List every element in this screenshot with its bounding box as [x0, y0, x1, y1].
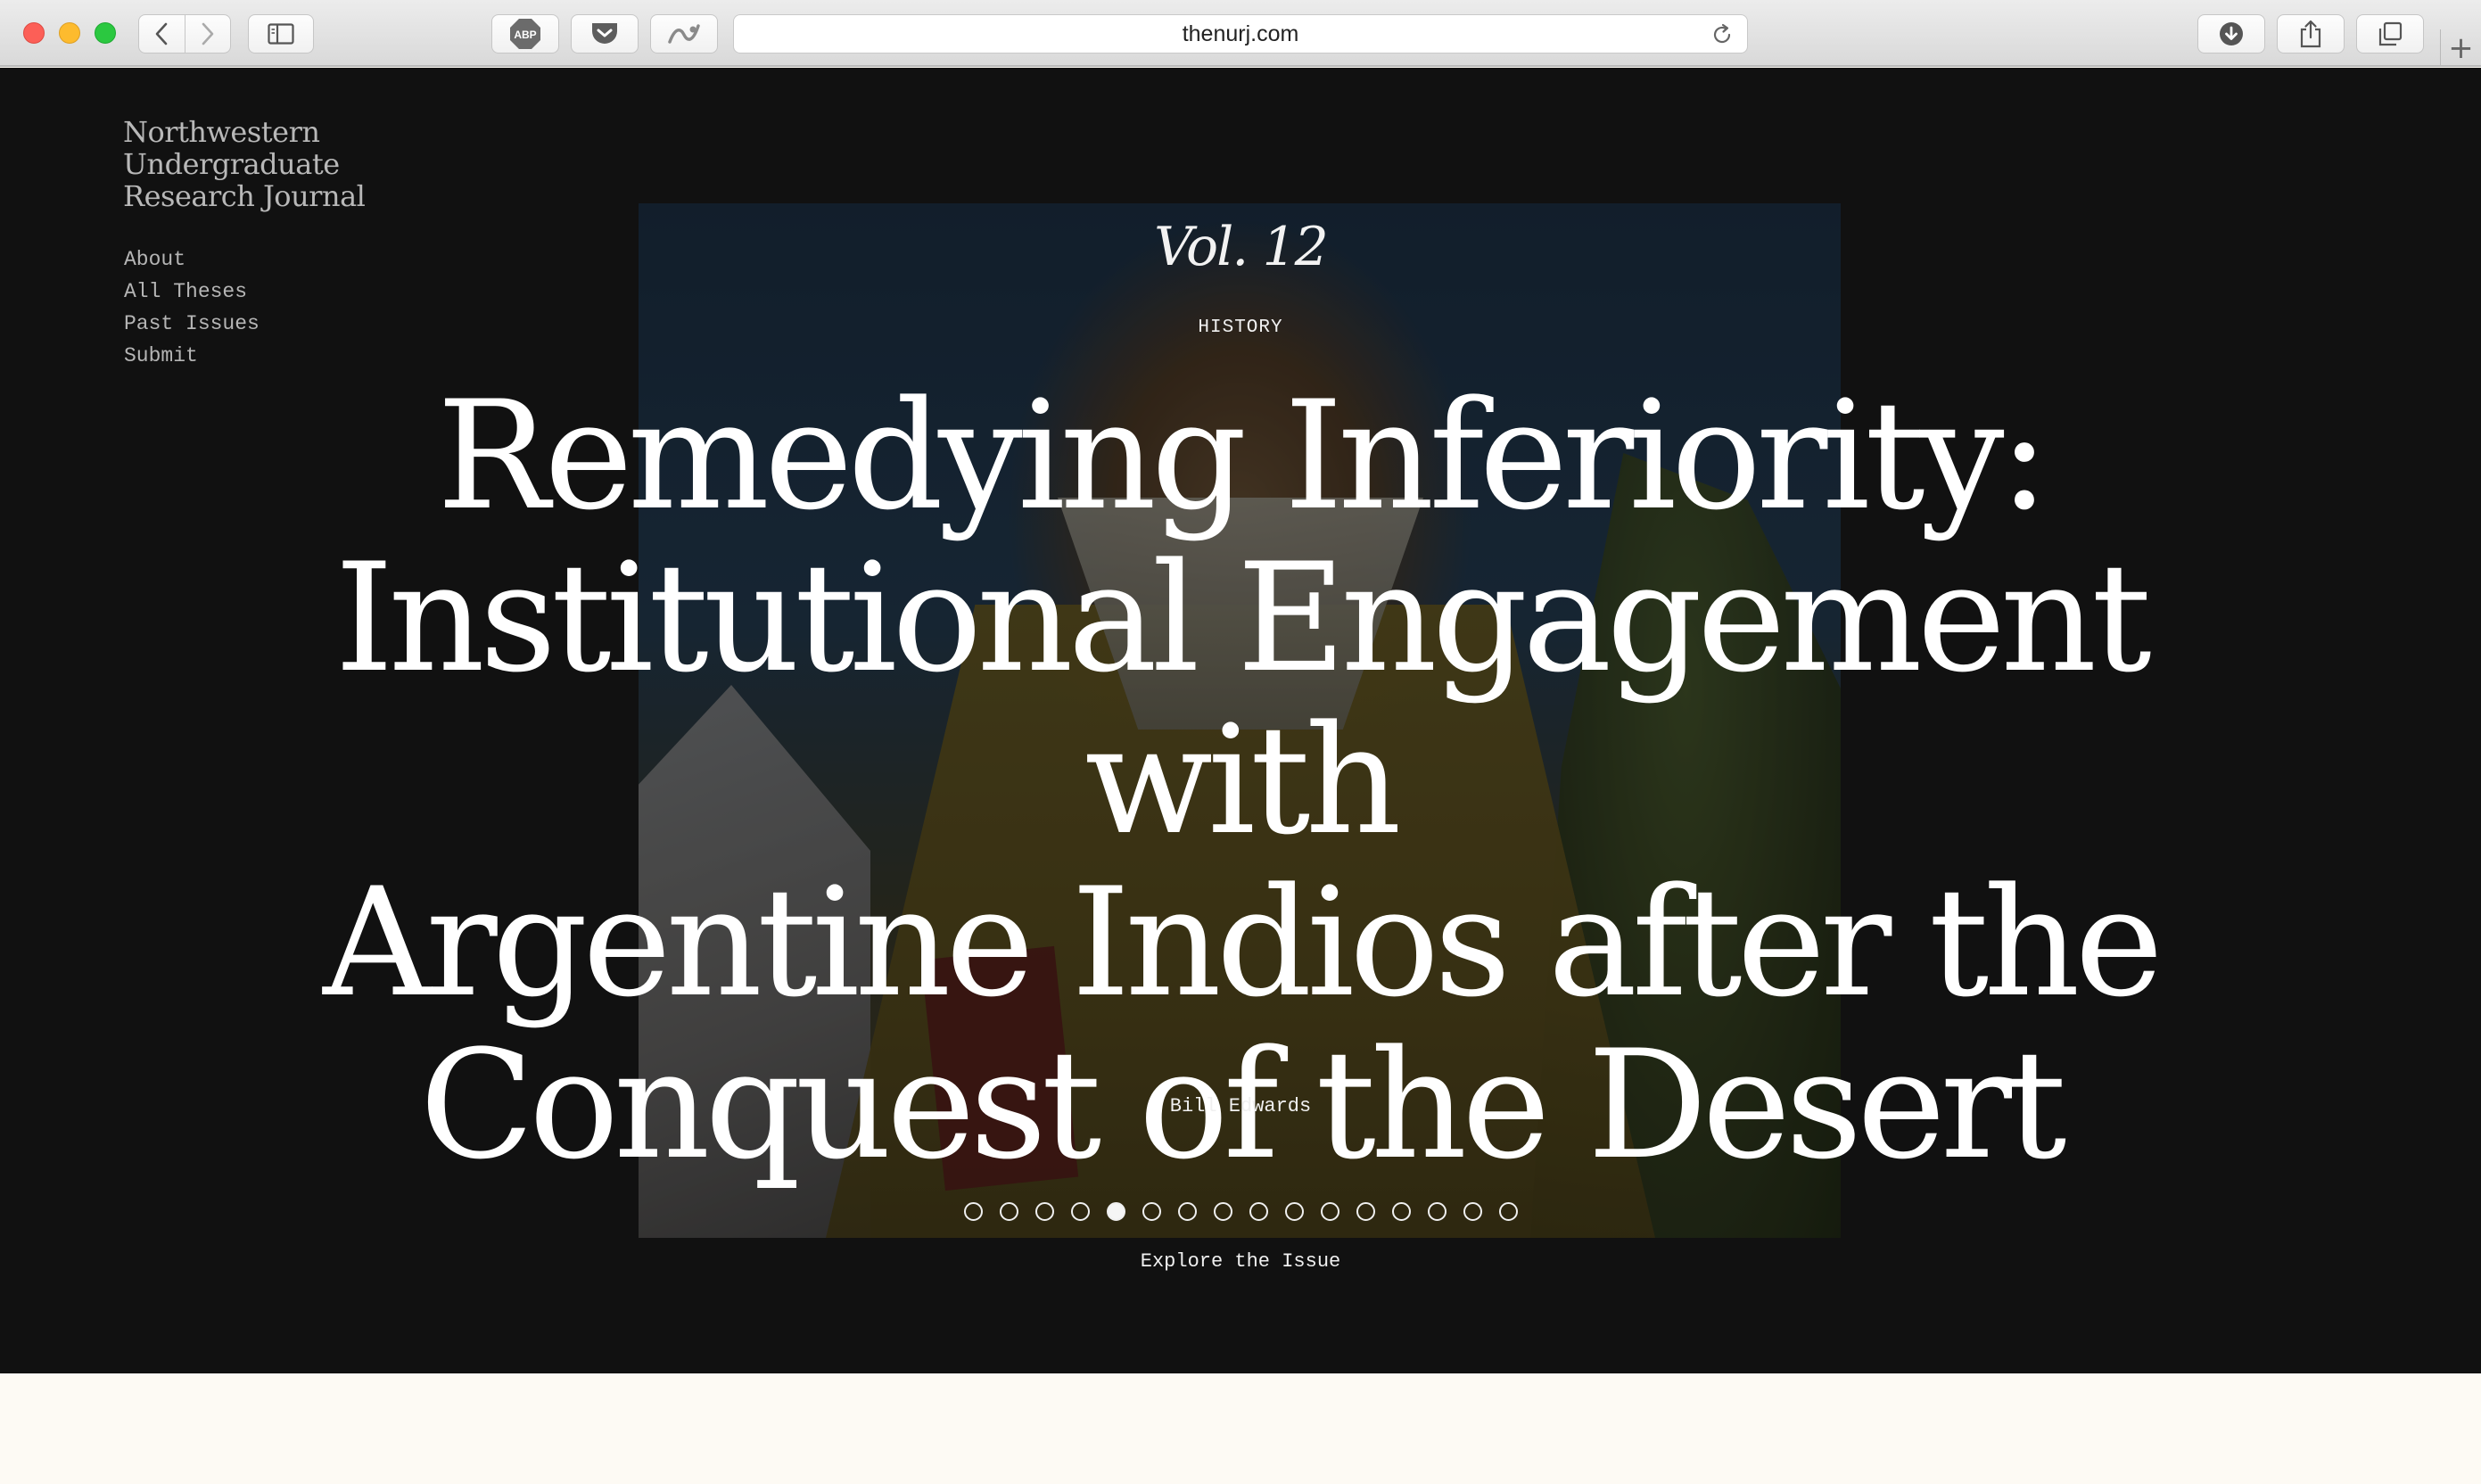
tabs-overview-icon: [2378, 21, 2403, 46]
share-button[interactable]: [2277, 14, 2345, 54]
category-label: HISTORY: [1198, 317, 1283, 338]
nav-all-theses[interactable]: All Theses: [124, 276, 260, 308]
logo-line-1: Northwestern: [123, 115, 320, 149]
show-tabs-button[interactable]: [2356, 14, 2424, 54]
forward-button[interactable]: [184, 14, 230, 54]
explore-issue-link[interactable]: Explore the Issue: [1141, 1250, 1340, 1273]
pocket-button[interactable]: [571, 14, 639, 54]
back-button[interactable]: [139, 14, 185, 54]
url-text: thenurj.com: [1182, 21, 1299, 46]
sidebar-toggle-button[interactable]: [248, 14, 314, 54]
extension-button[interactable]: [650, 14, 718, 54]
carousel-dot[interactable]: [1463, 1202, 1482, 1221]
downloads-button[interactable]: [2197, 14, 2265, 54]
share-icon: [2300, 20, 2321, 48]
title-line-1: Remedying Inferiority:: [436, 368, 2049, 543]
volume-label: Vol. 12: [1154, 216, 1329, 278]
close-window-button[interactable]: [23, 22, 45, 44]
browser-toolbar: ABP thenurj.com +: [0, 0, 2481, 67]
reload-icon[interactable]: [1710, 22, 1735, 47]
feature-title[interactable]: Remedying Inferiority: Institutional Eng…: [178, 375, 2303, 1186]
history-nav-group: [138, 14, 231, 54]
carousel-dot[interactable]: [1320, 1202, 1339, 1221]
zoom-window-button[interactable]: [95, 22, 116, 44]
site-logo[interactable]: Northwestern Undergraduate Research Jour…: [123, 116, 408, 212]
page-content-area: [0, 1373, 2481, 1484]
title-line-2: Institutional Engagement with: [334, 531, 2152, 868]
carousel-dot[interactable]: [963, 1202, 983, 1221]
nav-submit[interactable]: Submit: [124, 340, 260, 372]
adblock-icon: ABP: [510, 19, 540, 49]
carousel-dot[interactable]: [1391, 1202, 1411, 1221]
address-bar[interactable]: thenurj.com: [733, 14, 1748, 54]
sidebar-icon: [268, 23, 294, 45]
minimize-window-button[interactable]: [59, 22, 80, 44]
carousel-dot[interactable]: [1034, 1202, 1054, 1221]
chevron-left-icon: [156, 22, 168, 45]
extension-icon: [668, 24, 700, 44]
carousel-dot[interactable]: [1070, 1202, 1090, 1221]
title-line-3: Argentine Indios after the: [323, 855, 2164, 1030]
carousel-dot[interactable]: [999, 1202, 1018, 1221]
carousel-dot[interactable]: [1177, 1202, 1197, 1221]
carousel-dot[interactable]: [1213, 1202, 1232, 1221]
hero-section: Northwestern Undergraduate Research Jour…: [0, 68, 2481, 1373]
carousel-dot[interactable]: [1249, 1202, 1268, 1221]
carousel-dot[interactable]: [1106, 1202, 1125, 1221]
carousel-dot[interactable]: [1142, 1202, 1161, 1221]
carousel-dot[interactable]: [1284, 1202, 1304, 1221]
pocket-icon: [592, 23, 617, 44]
author-name: Bill Edwards: [1169, 1095, 1312, 1117]
carousel-pagination: [0, 1202, 2481, 1221]
carousel-dot[interactable]: [1427, 1202, 1447, 1221]
explore-issue-link-wrap: Explore the Issue: [0, 1250, 2481, 1273]
logo-line-3: Research Journal: [123, 179, 366, 213]
carousel-dot[interactable]: [1356, 1202, 1375, 1221]
chevron-right-icon: [202, 22, 214, 45]
adblock-button[interactable]: ABP: [491, 14, 559, 54]
carousel-dot[interactable]: [1498, 1202, 1518, 1221]
logo-line-2: Undergraduate: [123, 147, 340, 181]
new-tab-button[interactable]: +: [2440, 29, 2481, 67]
adblock-label: ABP: [514, 29, 536, 41]
download-icon: [2220, 22, 2243, 45]
